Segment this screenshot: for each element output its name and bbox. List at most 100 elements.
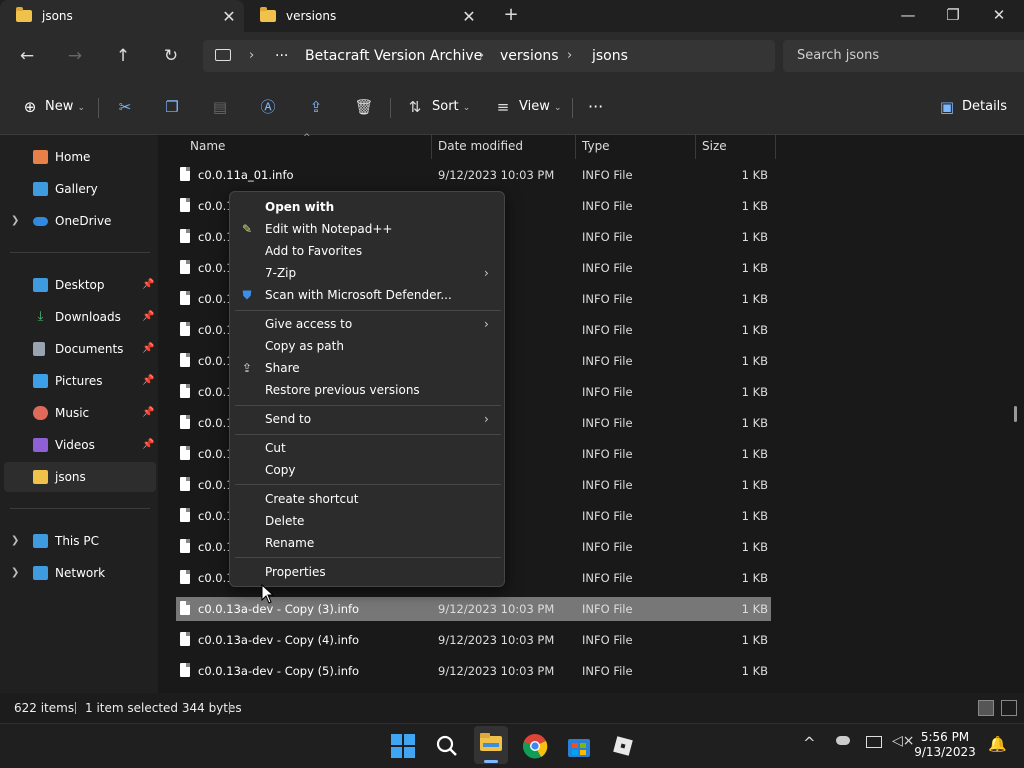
menu-item-restore-versions[interactable]: Restore previous versions (230, 379, 504, 401)
close-tab-icon[interactable]: ✕ (454, 7, 484, 26)
sort-ascending-icon: ^ (303, 133, 311, 143)
rename-icon[interactable]: Ⓐ (257, 96, 279, 118)
menu-item-add-favorites[interactable]: Add to Favorites (230, 240, 504, 262)
menu-item-give-access[interactable]: Give access to › (230, 313, 504, 335)
menu-item-7zip[interactable]: 7-Zip › (230, 262, 504, 284)
column-header-size[interactable]: Size (702, 139, 727, 153)
menu-item-copy[interactable]: Copy (230, 459, 504, 481)
menu-item-cut[interactable]: Cut (230, 437, 504, 459)
sidebar-item-documents[interactable]: Documents 📌 (0, 334, 156, 364)
back-button[interactable]: ← (15, 44, 39, 68)
delete-icon[interactable]: 🗑 (353, 96, 375, 118)
column-divider[interactable] (575, 135, 576, 159)
sidebar-item-pictures[interactable]: Pictures 📌 (0, 366, 156, 396)
tiles-view-icon[interactable] (1001, 700, 1017, 716)
menu-separator (235, 484, 501, 485)
details-button[interactable]: Details (962, 96, 1007, 118)
sidebar-item-jsons[interactable]: jsons (4, 462, 156, 492)
chrome-icon[interactable] (521, 732, 549, 760)
tab-versions[interactable]: versions ✕ (244, 0, 484, 32)
more-options-button[interactable]: ··· (588, 96, 603, 118)
details-view-icon[interactable] (978, 700, 994, 716)
chevron-right-icon[interactable]: ❯ (11, 526, 19, 556)
network-tray-icon[interactable] (866, 736, 882, 748)
menu-item-edit-notepad[interactable]: ✎ Edit with Notepad++ (230, 218, 504, 240)
menu-item-send-to[interactable]: Send to › (230, 408, 504, 430)
chevron-right-icon[interactable]: ❯ (11, 558, 19, 588)
microsoft-store-icon[interactable] (565, 732, 593, 760)
pin-icon: 📌 (142, 311, 155, 322)
view-button[interactable]: View ⌄ (519, 96, 562, 118)
new-label: New (45, 99, 74, 114)
folder-icon (33, 470, 48, 484)
maximize-button[interactable]: ❐ (930, 0, 976, 32)
new-tab-button[interactable]: + (496, 0, 526, 32)
refresh-button[interactable]: ↻ (159, 44, 183, 68)
menu-item-create-shortcut[interactable]: Create shortcut (230, 488, 504, 510)
sidebar-item-network[interactable]: ❯ Network (0, 558, 156, 588)
breadcrumb-versions[interactable]: versions (500, 48, 559, 64)
column-header-date[interactable]: Date modified (438, 139, 523, 153)
search-input[interactable]: Search jsons (783, 40, 1024, 72)
chevron-up-icon[interactable]: ^ (803, 734, 816, 752)
clock-date[interactable]: 9/13/2023 (906, 745, 984, 759)
menu-item-open-with[interactable]: Open with (230, 196, 504, 218)
minimize-button[interactable]: — (885, 0, 931, 32)
title-bar: jsons ✕ versions ✕ + — ❐ ✕ (0, 0, 1024, 32)
file-explorer-taskbar-button[interactable] (474, 726, 508, 764)
close-window-button[interactable]: ✕ (976, 0, 1022, 32)
search-icon[interactable] (433, 732, 461, 760)
breadcrumb-separator: › (567, 48, 573, 63)
sidebar-item-this-pc[interactable]: ❯ This PC (0, 526, 156, 556)
copy-icon[interactable]: ❐ (161, 96, 183, 118)
sidebar-item-label: Documents (55, 342, 124, 356)
breadcrumb-betacraft[interactable]: Betacraft Version Archive (305, 48, 482, 64)
menu-item-rename[interactable]: Rename (230, 532, 504, 554)
chevron-right-icon: › (484, 317, 489, 331)
sort-button[interactable]: Sort ⌄ (432, 96, 470, 118)
plus-circle-icon: ⊕ (23, 98, 37, 116)
address-bar[interactable]: › ··· Betacraft Version Archive › versio… (203, 40, 775, 72)
cut-icon[interactable]: ✂ (114, 96, 136, 118)
menu-item-copy-path[interactable]: Copy as path (230, 335, 504, 357)
sidebar-item-gallery[interactable]: Gallery (0, 174, 156, 204)
paste-icon[interactable]: ▤ (209, 96, 231, 118)
column-divider[interactable] (431, 135, 432, 159)
file-row[interactable]: c0.0.13a-dev - Copy (5).info 9/12/2023 10… (176, 659, 771, 683)
up-button[interactable]: ↑ (111, 44, 135, 68)
sidebar-item-onedrive[interactable]: ❯ OneDrive (0, 206, 156, 236)
file-size: 1 KB (741, 261, 768, 275)
file-row[interactable]: c0.0.11a_01.info 9/12/2023 10:03 PM INFO F… (176, 163, 771, 187)
sidebar-item-downloads[interactable]: ⤓ Downloads 📌 (0, 302, 156, 332)
menu-item-properties[interactable]: Properties (230, 561, 504, 583)
column-divider[interactable] (695, 135, 696, 159)
onedrive-tray-icon[interactable] (836, 736, 850, 745)
column-divider[interactable] (775, 135, 776, 159)
close-tab-icon[interactable]: ✕ (214, 7, 244, 26)
breadcrumb-jsons[interactable]: jsons (592, 48, 628, 64)
sidebar-item-desktop[interactable]: Desktop 📌 (0, 270, 156, 300)
menu-item-share[interactable]: ⇪ Share (230, 357, 504, 379)
sidebar-item-music[interactable]: Music 📌 (0, 398, 156, 428)
column-header-type[interactable]: Type (582, 139, 610, 153)
chevron-right-icon[interactable]: ❯ (11, 206, 19, 236)
menu-item-label: Add to Favorites (265, 244, 363, 258)
windows-start-icon[interactable] (389, 732, 417, 760)
share-icon[interactable]: ⇪ (305, 96, 327, 118)
new-button[interactable]: New ⌄ (45, 96, 85, 118)
notification-bell-icon[interactable]: 🔔 (988, 735, 1007, 753)
clock-time[interactable]: 5:56 PM (906, 730, 984, 744)
menu-item-delete[interactable]: Delete (230, 510, 504, 532)
menu-item-label: Rename (265, 536, 315, 550)
breadcrumb-more[interactable]: ··· (275, 48, 288, 64)
tab-jsons[interactable]: jsons ✕ (0, 0, 244, 32)
roblox-icon[interactable] (609, 732, 637, 760)
sidebar-item-videos[interactable]: Videos 📌 (0, 430, 156, 460)
menu-item-scan-defender[interactable]: ⛊ Scan with Microsoft Defender... (230, 284, 504, 306)
sidebar-item-home[interactable]: Home (0, 142, 156, 172)
column-header-name[interactable]: Name (190, 139, 225, 153)
menu-item-label: 7-Zip (265, 266, 297, 280)
file-row[interactable]: c0.0.13a-dev - Copy (4).info 9/12/2023 10… (176, 628, 771, 652)
forward-button[interactable]: → (63, 44, 87, 68)
scrollbar-thumb[interactable] (1014, 406, 1017, 422)
